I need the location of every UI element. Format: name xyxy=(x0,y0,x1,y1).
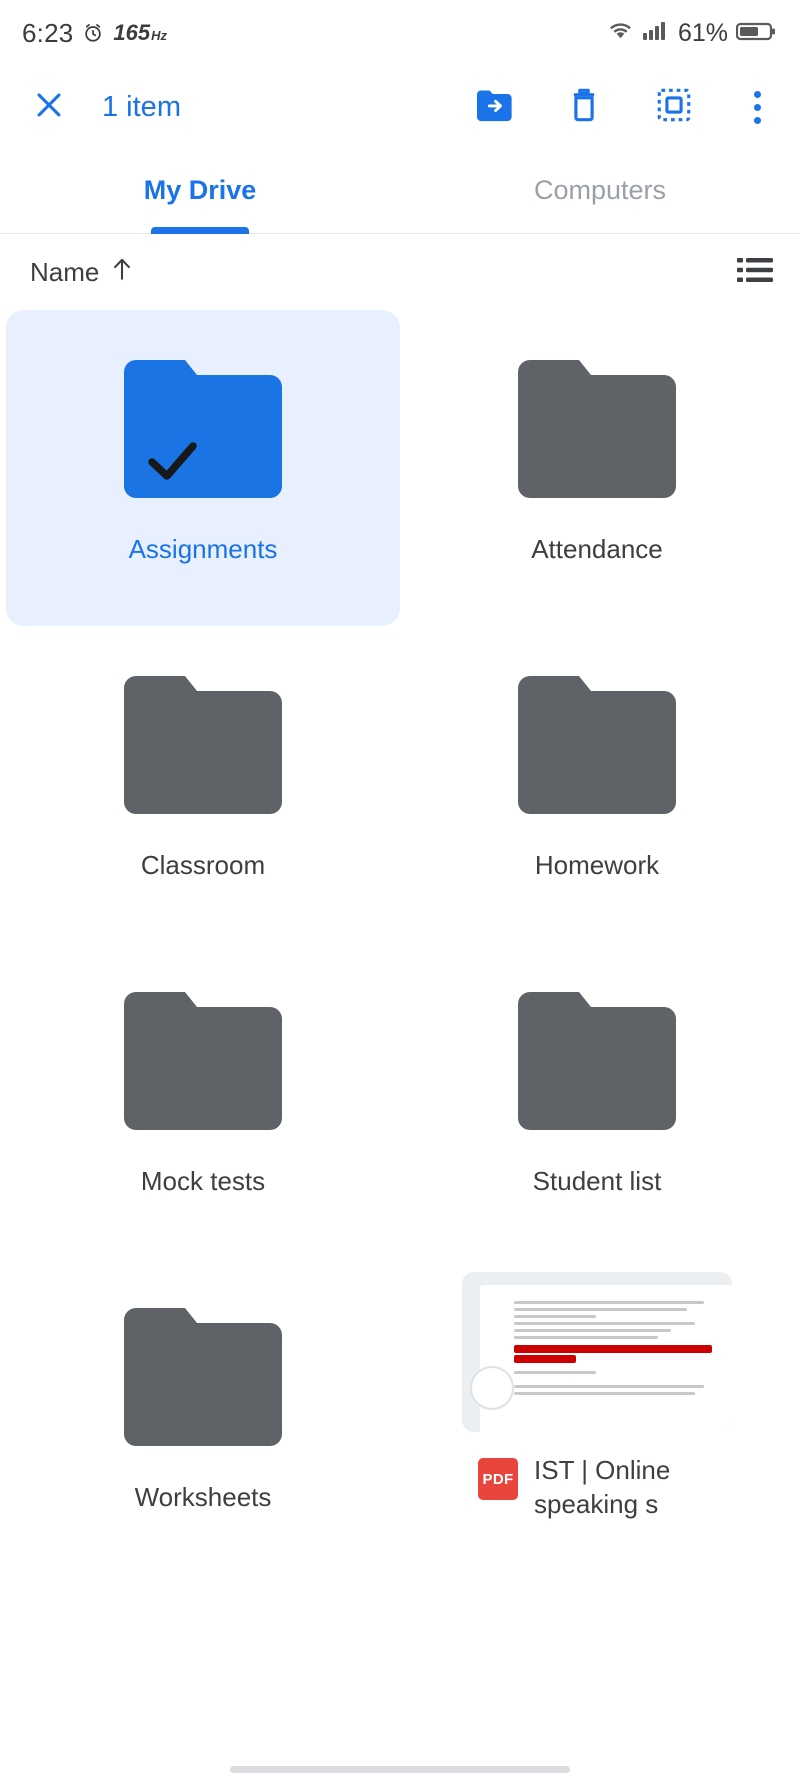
selection-count-label: 1 item xyxy=(102,90,181,123)
battery-percent: 61% xyxy=(677,18,728,47)
grid-item-label: Attendance xyxy=(531,534,663,564)
refresh-rate-unit: Hz xyxy=(151,28,168,43)
close-icon xyxy=(32,88,66,127)
folder-icon xyxy=(514,988,680,1134)
move-to-folder-icon xyxy=(475,88,513,127)
more-dot xyxy=(753,103,761,111)
grid-item-classroom[interactable]: Classroom xyxy=(6,626,400,942)
status-bar-left: 6:23 165 Hz xyxy=(22,18,167,49)
thumb-highlight xyxy=(514,1355,576,1363)
thumb-line xyxy=(514,1308,688,1311)
grid-item-label: Classroom xyxy=(140,850,266,880)
wifi-icon xyxy=(607,19,634,48)
refresh-rate-indicator: 165 Hz xyxy=(113,20,167,46)
selection-action-bar: 1 item xyxy=(0,66,800,148)
move-to-folder-button[interactable] xyxy=(474,87,514,127)
list-view-icon xyxy=(737,256,773,289)
grid-item-attendance[interactable]: Attendance xyxy=(400,310,794,626)
thumb-line xyxy=(514,1392,696,1395)
pdf-thumbnail-page xyxy=(480,1285,732,1432)
thumb-line xyxy=(514,1371,597,1374)
status-bar: 6:23 165 Hz 61% xyxy=(0,0,800,66)
gesture-nav-handle[interactable] xyxy=(230,1765,570,1773)
refresh-rate-value: 165 xyxy=(113,20,151,45)
status-bar-right: 61% xyxy=(607,19,776,48)
grid-item-mock-tests[interactable]: Mock tests xyxy=(6,942,400,1258)
grid-item-label: Assignments xyxy=(128,534,278,564)
close-selection-button[interactable] xyxy=(26,84,72,130)
select-all-button[interactable] xyxy=(654,87,694,127)
thumb-line xyxy=(514,1385,704,1388)
gesture-nav-bar xyxy=(0,1761,800,1777)
folder-icon xyxy=(120,988,286,1134)
more-options-button[interactable] xyxy=(744,87,770,127)
thumb-line xyxy=(514,1329,671,1332)
grid-item-label: Student list xyxy=(532,1166,662,1196)
tab-computers-label: Computers xyxy=(533,175,667,205)
tab-computers[interactable]: Computers xyxy=(400,148,800,233)
grid-item-student-list[interactable]: Student list xyxy=(400,942,794,1258)
grid-item-homework[interactable]: Homework xyxy=(400,626,794,942)
folder-icon xyxy=(120,1304,286,1450)
thumb-circle-overlay xyxy=(470,1366,514,1410)
trash-icon xyxy=(569,87,599,128)
pdf-thumbnail xyxy=(462,1272,732,1432)
tab-my-drive-label: My Drive xyxy=(143,175,257,205)
thumb-highlight xyxy=(514,1345,712,1353)
thumb-line xyxy=(514,1315,597,1318)
tab-my-drive[interactable]: My Drive xyxy=(0,148,400,233)
select-all-icon xyxy=(657,88,691,127)
grid-item-label: IST | Online speaking s xyxy=(534,1455,671,1519)
grid-item-label: Homework xyxy=(534,850,660,880)
pdf-icon: PDF xyxy=(478,1458,518,1500)
view-toggle-button[interactable] xyxy=(734,251,776,293)
grid-item-pdf-ist-online-speaking[interactable]: PDF IST | Online speaking s xyxy=(400,1258,794,1574)
delete-button[interactable] xyxy=(564,87,604,127)
battery-icon xyxy=(735,19,776,48)
folder-icon xyxy=(514,672,680,818)
thumb-line xyxy=(514,1301,704,1304)
folder-icon xyxy=(120,672,286,818)
drive-tabs: My Drive Computers xyxy=(0,148,800,234)
grid-item-worksheets[interactable]: Worksheets xyxy=(6,1258,400,1574)
thumb-line xyxy=(514,1322,696,1325)
action-bar-buttons xyxy=(474,87,776,127)
folder-icon xyxy=(514,356,680,502)
grid-item-label: Worksheets xyxy=(134,1482,272,1512)
thumb-line xyxy=(514,1336,659,1339)
sort-field-label: Name xyxy=(30,256,100,287)
file-grid: Assignments Attendance Classroom Homewor… xyxy=(0,310,800,1574)
more-dot xyxy=(753,90,761,98)
signal-icon xyxy=(642,19,668,48)
sort-button[interactable]: Name xyxy=(30,256,133,289)
pdf-file-row: PDF IST | Online speaking s xyxy=(470,1454,724,1522)
folder-icon-selected xyxy=(120,356,286,502)
more-dot xyxy=(753,116,761,124)
grid-item-label: Mock tests xyxy=(140,1166,266,1196)
alarm-icon xyxy=(82,22,104,44)
status-time: 6:23 xyxy=(22,17,74,48)
sort-row: Name xyxy=(0,234,800,310)
arrow-up-icon xyxy=(111,256,133,289)
grid-item-assignments[interactable]: Assignments xyxy=(6,310,400,626)
